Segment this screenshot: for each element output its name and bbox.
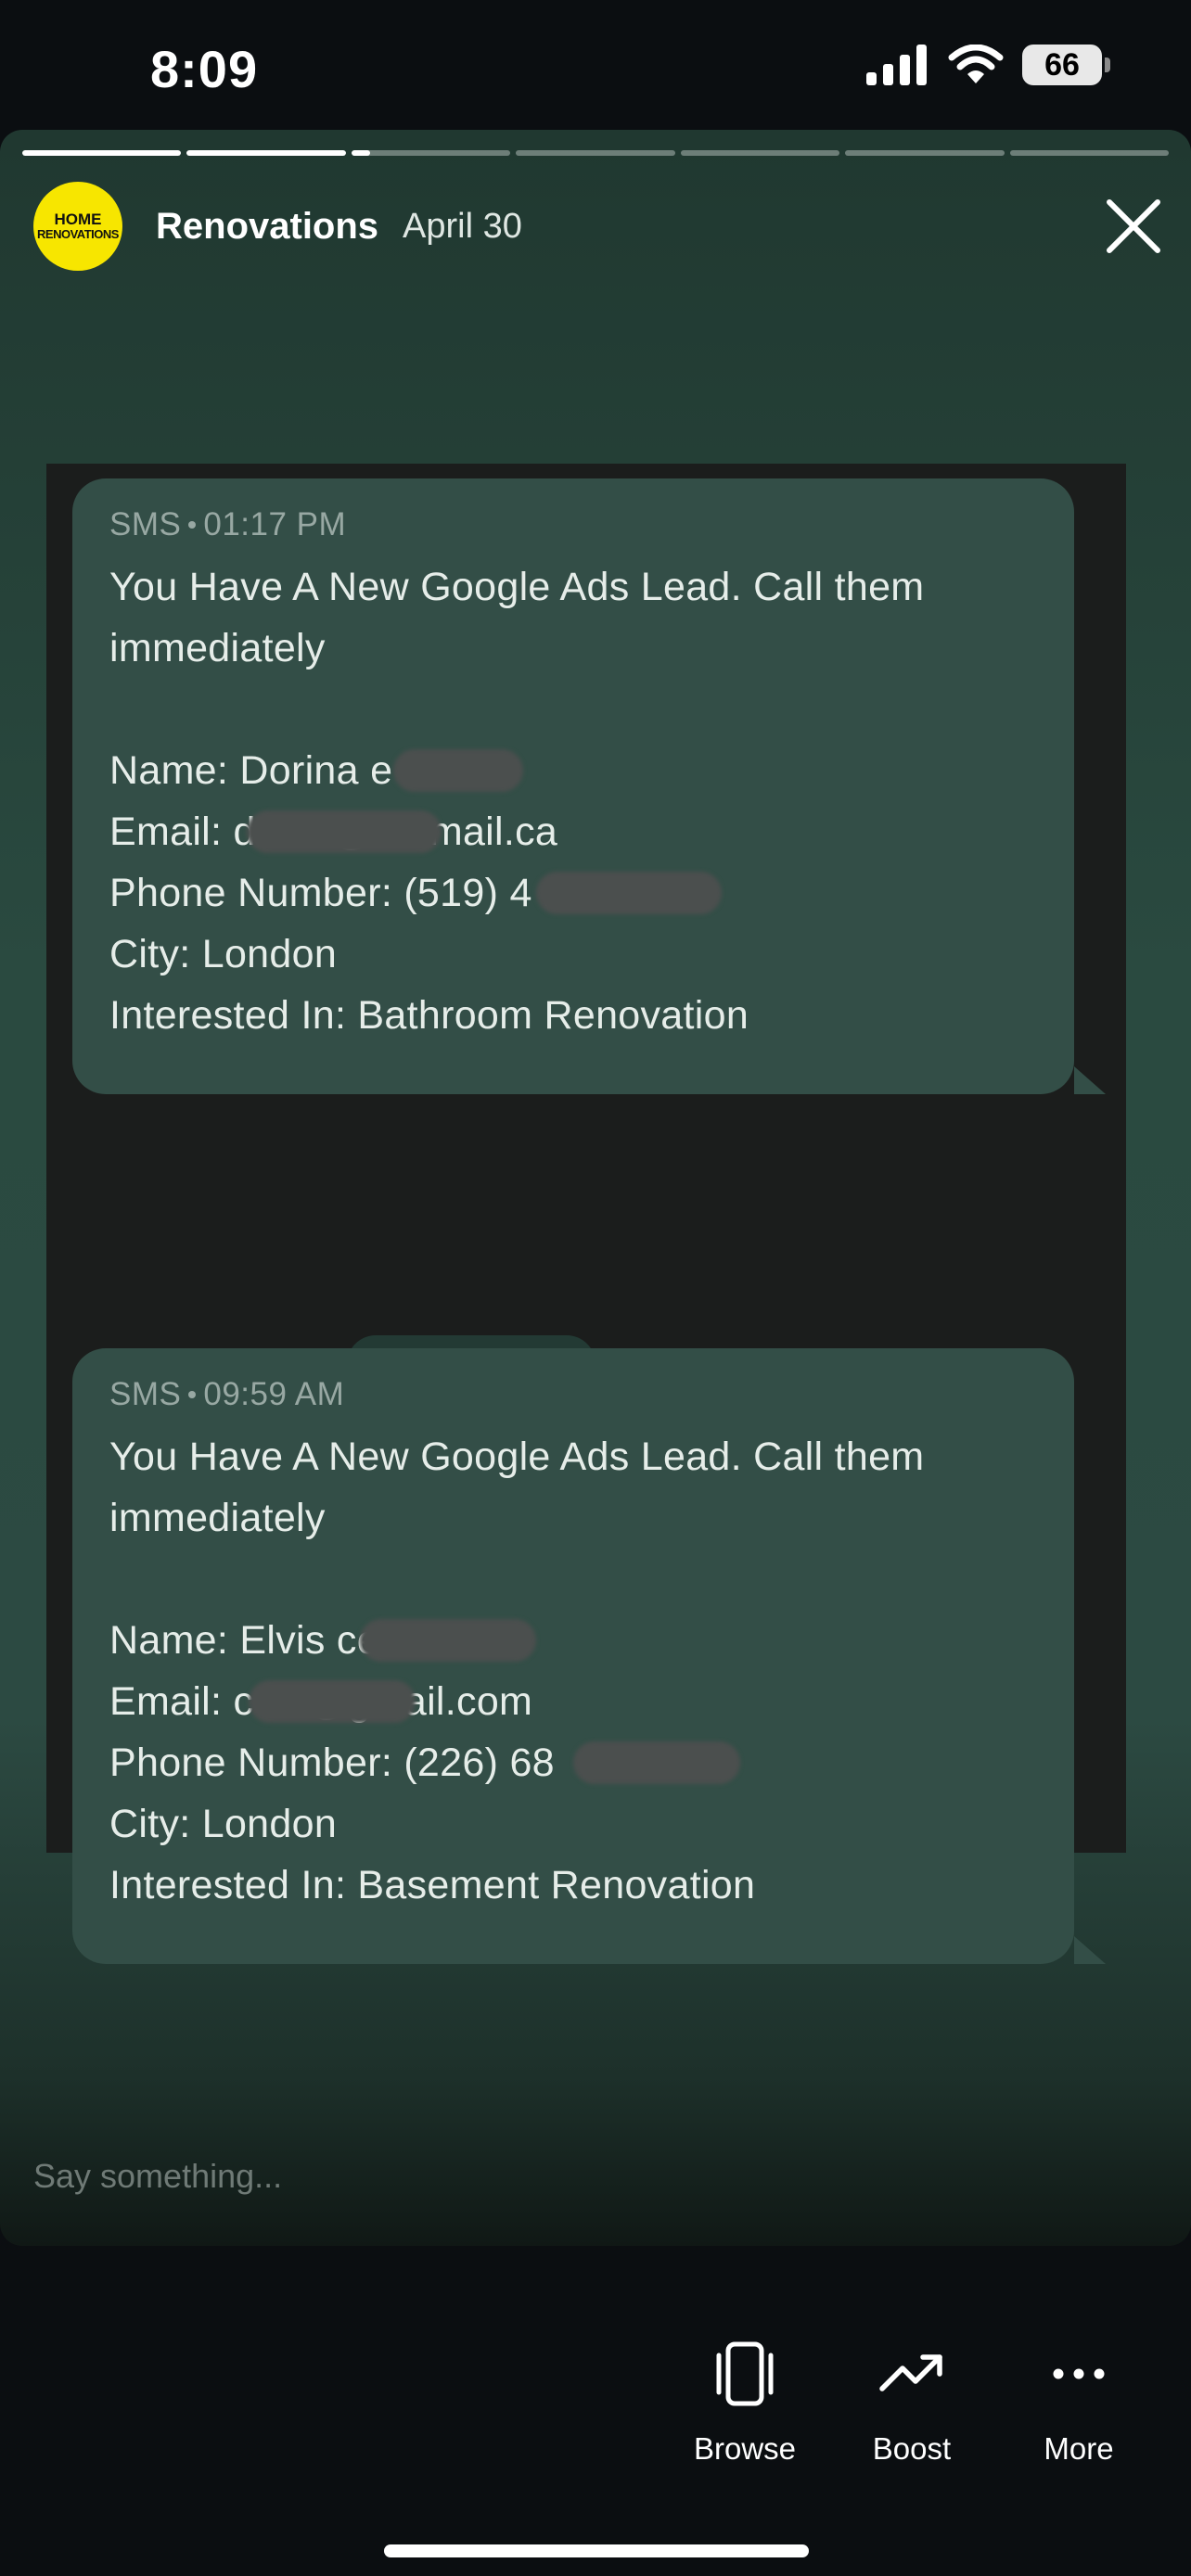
progress-segment <box>1009 150 1169 156</box>
lead-name-wrap: Name: Elvis ce <box>109 1610 1037 1671</box>
more-dots-icon <box>1053 2368 1105 2379</box>
status-bar: 8:09 66 <box>0 0 1191 130</box>
reply-input[interactable] <box>33 2157 868 2196</box>
boost-label: Boost <box>872 2431 952 2466</box>
lead-email-wrap: Email: d che@hotmail.ca <box>109 801 1037 862</box>
status-time: 8:09 <box>150 40 259 98</box>
more-button[interactable]: More <box>1000 2337 1158 2467</box>
story-header: HOME RENOVATIONS Renovations April 30 <box>33 180 522 273</box>
redaction <box>536 872 722 914</box>
boost-button[interactable]: Boost <box>833 2337 991 2467</box>
lead-name-wrap: Name: Dorina e <box>109 740 1037 801</box>
lead-city: City: London <box>109 1802 338 1846</box>
redaction <box>573 1741 740 1784</box>
sms-type: SMS <box>109 506 182 542</box>
sms-screenshot: SMS 01:17 PM You Have A New Google Ads L… <box>46 464 1126 1964</box>
lead-phone-wrap: Phone Number: (519) 4 2 <box>109 862 1037 924</box>
lead-phone: Phone Number: (519) 4 2 <box>109 871 567 915</box>
progress-segment <box>351 150 511 156</box>
post-date: April 30 <box>403 206 522 246</box>
browse-label: Browse <box>693 2431 797 2466</box>
sms-intro-line: immediately <box>109 1496 326 1540</box>
cellular-signal-icon <box>866 45 927 85</box>
bubble-tail <box>1074 1066 1106 1094</box>
sms-bubble: SMS 09:59 AM You Have A New Google Ads L… <box>72 1348 1106 1964</box>
sms-time: 09:59 AM <box>203 1376 345 1412</box>
sms-intro-line: You Have A New Google Ads Lead. Call the… <box>109 565 925 609</box>
redaction <box>247 810 442 853</box>
redaction <box>393 749 523 792</box>
account-logo[interactable]: HOME RENOVATIONS <box>33 182 122 271</box>
sms-type: SMS <box>109 1376 182 1412</box>
sms-time: 01:17 PM <box>203 506 347 542</box>
bottom-action-bar: Browse Boost More <box>0 2246 1191 2576</box>
lead-email-wrap: Email: c ke@gmail.com <box>109 1671 1037 1732</box>
browse-icon <box>716 2341 774 2406</box>
bubble-tail <box>1074 1936 1106 1964</box>
lead-interest: Interested In: Bathroom Renovation <box>109 993 749 1038</box>
meta-separator <box>188 521 197 529</box>
sms-intro-line: You Have A New Google Ads Lead. Call the… <box>109 1435 925 1479</box>
trending-up-icon <box>879 2354 942 2391</box>
browse-button[interactable]: Browse <box>666 2337 824 2467</box>
progress-fill <box>351 150 371 156</box>
progress-segment <box>845 150 1005 156</box>
redaction <box>249 1680 416 1723</box>
redaction <box>360 1619 536 1662</box>
lead-name: Name: Dorina e <box>109 748 393 793</box>
progress-fill <box>22 150 182 156</box>
more-label: More <box>1044 2431 1114 2466</box>
sms-intro-line: immediately <box>109 626 326 670</box>
home-indicator[interactable] <box>384 2544 809 2557</box>
sms-bubble: SMS 01:17 PM You Have A New Google Ads L… <box>72 478 1106 1094</box>
battery-indicator: 66 <box>1022 45 1110 85</box>
progress-segment <box>680 150 840 156</box>
logo-text-home: HOME <box>54 210 102 229</box>
account-name[interactable]: Renovations <box>156 206 378 248</box>
progress-segment <box>22 150 182 156</box>
wifi-icon <box>948 45 1004 83</box>
progress-segment <box>516 150 675 156</box>
story-progress <box>22 150 1169 156</box>
close-icon[interactable] <box>1096 189 1171 263</box>
progress-fill <box>186 150 346 156</box>
lead-interest: Interested In: Basement Renovation <box>109 1863 756 1907</box>
story-card[interactable]: HOME RENOVATIONS Renovations April 30 SM… <box>0 130 1191 2246</box>
sms-meta: SMS 09:59 AM <box>109 1376 1037 1413</box>
lead-phone: Phone Number: (226) 68 <box>109 1741 555 1785</box>
lead-phone-wrap: Phone Number: (226) 68 <box>109 1732 1037 1793</box>
sms-meta: SMS 01:17 PM <box>109 506 1037 543</box>
status-icons: 66 <box>866 45 1110 85</box>
lead-city: City: London <box>109 932 338 976</box>
meta-separator <box>188 1391 197 1398</box>
lead-name: Name: Elvis ce <box>109 1618 379 1663</box>
logo-text-renovations: RENOVATIONS <box>37 227 119 242</box>
progress-segment <box>186 150 346 156</box>
